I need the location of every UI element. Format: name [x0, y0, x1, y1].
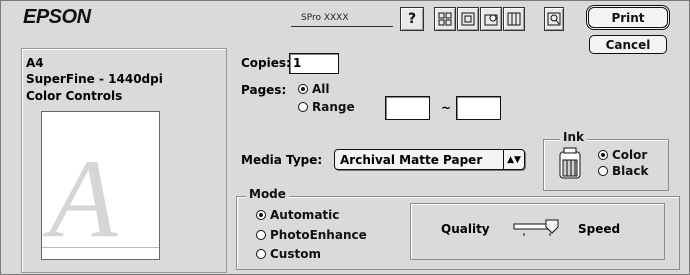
summary-paper-size: A4 — [26, 56, 44, 70]
ink-color-option[interactable]: Color — [598, 148, 647, 162]
mode-custom-option[interactable]: Custom — [256, 247, 321, 261]
pages-range-radio[interactable] — [298, 102, 308, 112]
media-type-value: Archival Matte Paper — [340, 152, 483, 167]
help-button[interactable]: ? — [400, 7, 424, 31]
mode-photoenhance-option[interactable]: PhotoEnhance — [256, 228, 367, 242]
summary-resolution: SuperFine - 1440dpi — [26, 72, 163, 86]
copies-label: Copies: — [241, 56, 291, 70]
paper-preview-margin — [42, 247, 159, 248]
range-to-input[interactable] — [456, 96, 501, 120]
media-type-label: Media Type: — [241, 153, 323, 167]
print-button[interactable]: Print — [586, 5, 670, 30]
quality-label: Quality — [441, 222, 490, 236]
copies-input[interactable]: 1 — [289, 53, 339, 74]
printer-name[interactable]: SPro XXXX — [301, 13, 349, 23]
ink-black-label: Black — [612, 164, 649, 178]
paper-preview-letter: A — [49, 137, 118, 261]
speed-label: Speed — [578, 222, 621, 236]
select-arrows-icon: ▲▼ — [503, 150, 524, 169]
ink-cartridge-icon — [556, 146, 586, 184]
mode-automatic-label: Automatic — [270, 208, 340, 222]
epson-logo: EPSON — [23, 6, 91, 28]
background-print-button[interactable] — [480, 7, 502, 31]
mode-group-label: Mode — [246, 187, 289, 201]
cancel-button[interactable]: Cancel — [589, 35, 667, 54]
page-setup-icon — [461, 12, 475, 26]
pages-label: Pages: — [241, 83, 287, 97]
mode-photoenhance-label: PhotoEnhance — [270, 228, 367, 242]
ink-color-label: Color — [612, 148, 648, 162]
preview-icon — [547, 12, 561, 26]
quality-speed-slider[interactable] — [512, 217, 572, 249]
summary-color-mode: Color Controls — [26, 89, 123, 103]
print-dialog: EPSON SPro XXXX ? Print Cancel A4 SuperF… — [0, 0, 690, 275]
mode-automatic-option[interactable]: Automatic — [256, 208, 339, 222]
mode-custom-label: Custom — [270, 247, 321, 261]
range-from-input[interactable] — [385, 96, 430, 120]
mode-automatic-radio[interactable] — [256, 210, 266, 220]
utility-icon — [507, 12, 521, 26]
layout-button[interactable] — [434, 7, 456, 31]
mode-custom-radio[interactable] — [256, 249, 266, 259]
pages-range-option[interactable]: Range — [298, 100, 355, 114]
ink-color-radio[interactable] — [598, 150, 608, 160]
pages-all-option[interactable]: All — [298, 82, 330, 96]
ink-group-label: Ink — [560, 130, 587, 144]
mode-photoenhance-radio[interactable] — [256, 230, 266, 240]
pages-all-label: All — [312, 82, 330, 96]
pages-all-radio[interactable] — [298, 84, 308, 94]
preview-button[interactable] — [544, 7, 564, 31]
printer-name-underline — [291, 26, 393, 27]
media-type-select[interactable]: Archival Matte Paper ▲▼ — [334, 149, 525, 170]
help-icon: ? — [407, 11, 417, 27]
ink-black-option[interactable]: Black — [598, 164, 648, 178]
layout-icon — [438, 12, 452, 26]
range-separator: ~ — [441, 101, 452, 115]
page-setup-button[interactable] — [457, 7, 479, 31]
utility-button[interactable] — [503, 7, 525, 31]
background-print-icon — [484, 14, 498, 26]
pages-range-label: Range — [312, 100, 355, 114]
ink-black-radio[interactable] — [598, 166, 608, 176]
